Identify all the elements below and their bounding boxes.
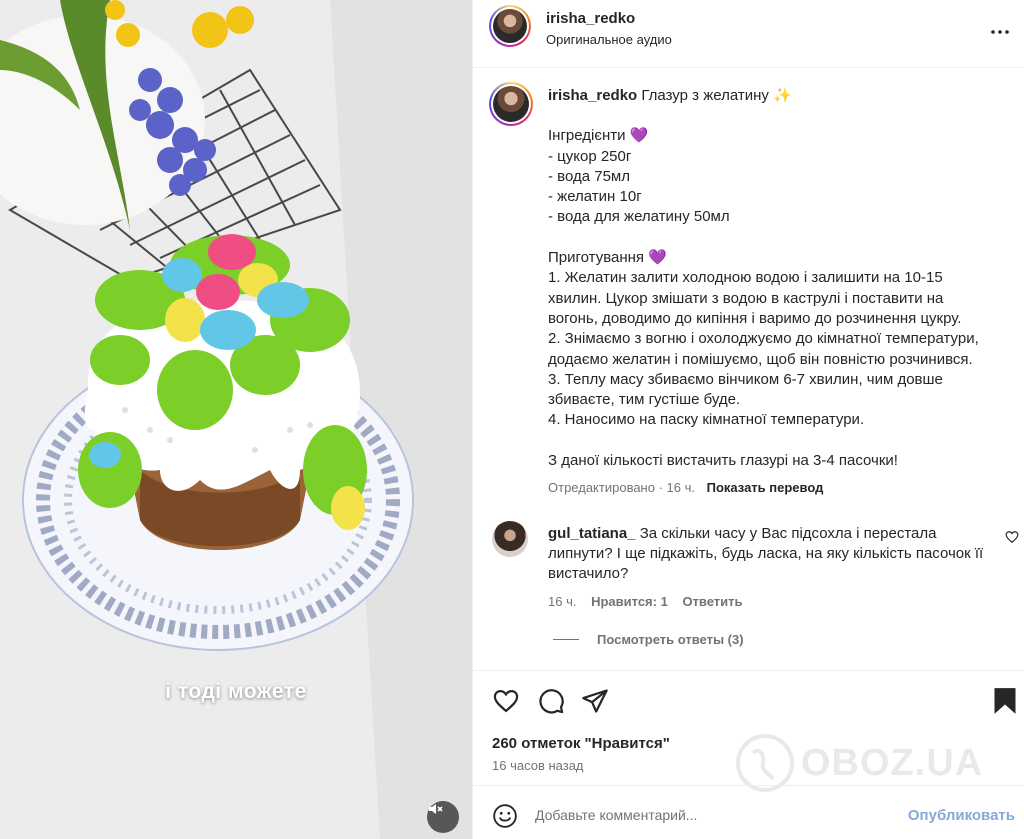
emoji-icon xyxy=(493,804,517,828)
replies-divider xyxy=(553,639,579,640)
comment-composer: Опубликовать xyxy=(473,785,1024,839)
speaker-muted-icon xyxy=(429,804,443,814)
caption-line: Приготування 💜 xyxy=(548,249,667,267)
post-meta: Отредактировано · 16 ч. Показать перевод xyxy=(548,480,823,495)
edited-timestamp: Отредактировано · 16 ч. xyxy=(548,480,695,495)
bookmark-icon xyxy=(994,688,1016,714)
caption-line: - желатин 10г xyxy=(548,188,642,206)
caption-line: - вода 75мл xyxy=(548,167,630,185)
caption-line: вогонь, доводимо до кипіння і варимо до … xyxy=(548,309,962,327)
header-username[interactable]: irisha_redko xyxy=(546,10,635,27)
comment-bubble-icon xyxy=(539,689,564,714)
more-options-button[interactable] xyxy=(988,20,1012,44)
caption-line: Інгредієнти 💜 xyxy=(548,127,649,145)
caption-line xyxy=(548,228,1008,248)
caption-line: - цукор 250г xyxy=(548,147,632,165)
post-side-panel: irisha_redko Оригинальное аудио irisha_r… xyxy=(472,0,1024,839)
share-button[interactable] xyxy=(581,687,609,715)
paper-plane-icon xyxy=(582,689,608,713)
comment-time: 16 ч. xyxy=(548,594,577,609)
post-title: Глазур з желатину ✨ xyxy=(641,87,792,104)
likes-count[interactable]: 260 отметок "Нравится" xyxy=(492,735,670,752)
caption-line: - вода для желатину 50мл xyxy=(548,208,730,226)
post-time: 16 часов назад xyxy=(492,758,584,773)
post-author-username[interactable]: irisha_redko xyxy=(548,87,637,104)
original-audio-link[interactable]: Оригинальное аудио xyxy=(546,32,672,47)
save-button[interactable] xyxy=(992,687,1020,715)
post-author-avatar[interactable] xyxy=(489,82,533,126)
avatar-image xyxy=(493,9,527,43)
globe-icon xyxy=(736,734,794,792)
action-bar: 260 отметок "Нравится" 16 часов назад OB… xyxy=(473,670,1024,792)
caption-line: хвилин. Цукор змішати з водою в каструлі… xyxy=(548,289,944,307)
heart-icon xyxy=(493,689,519,713)
reply-button[interactable]: Ответить xyxy=(682,594,742,609)
comment-likes[interactable]: Нравится: 1 xyxy=(591,594,668,609)
post-caption: irisha_redko Глазур з желатину ✨ Інгреді… xyxy=(548,86,1008,471)
caption-line xyxy=(548,431,1008,451)
post-media[interactable]: і тоді можете xyxy=(0,0,472,839)
emoji-button[interactable] xyxy=(492,803,518,829)
media-illustration xyxy=(0,0,472,839)
comment: gul_tatiana_ За скільки часу у Вас підсо… xyxy=(548,524,998,584)
publish-button[interactable]: Опубликовать xyxy=(908,807,1015,824)
comment-meta: 16 ч. Нравится: 1 Ответить xyxy=(548,594,754,609)
view-replies-button[interactable]: Посмотреть ответы (3) xyxy=(553,632,744,647)
comment-username[interactable]: gul_tatiana_ xyxy=(548,525,636,542)
caption-line: збиваєте, тим густіше буде. xyxy=(548,391,741,409)
comment-input[interactable] xyxy=(535,804,895,826)
post-body: Інгредієнти 💜 - цукор 250г - вода 75мл - же… xyxy=(548,126,1008,471)
caption-line: З даної кількості вистачить глазурі на 3… xyxy=(548,452,898,470)
commenter-avatar[interactable] xyxy=(492,521,528,557)
caption-line: додаємо желатин і помішуємо, щоб він пов… xyxy=(548,350,973,368)
caption-line: 1. Желатин залити холодною водою і залиш… xyxy=(548,269,943,287)
video-caption: і тоді можете xyxy=(165,680,307,703)
heart-icon xyxy=(1005,531,1019,544)
caption-line: 3. Теплу масу збиваємо вінчиком 6-7 хвил… xyxy=(548,370,943,388)
caption-line: 2. Знімаємо з вогню і охолоджуємо до кім… xyxy=(548,330,979,348)
show-translation-link[interactable]: Показать перевод xyxy=(707,480,824,495)
header-avatar[interactable] xyxy=(489,5,531,47)
mute-button[interactable] xyxy=(427,801,459,833)
caption-line: 4. Наносимо на паску кімнатної температу… xyxy=(548,411,865,429)
comment-like-button[interactable] xyxy=(1005,530,1019,544)
post-header: irisha_redko Оригинальное аудио xyxy=(473,0,1024,68)
watermark-text: OBOZ.UA xyxy=(801,741,984,784)
oboz-watermark: OBOZ.UA xyxy=(735,733,983,793)
comment-button[interactable] xyxy=(537,687,565,715)
more-horizontal-icon xyxy=(991,30,1009,34)
avatar-image xyxy=(493,86,529,122)
like-button[interactable] xyxy=(492,687,520,715)
post-comments-area: irisha_redko Глазур з желатину ✨ Інгреді… xyxy=(473,68,1024,670)
view-replies-label: Посмотреть ответы (3) xyxy=(597,632,744,647)
